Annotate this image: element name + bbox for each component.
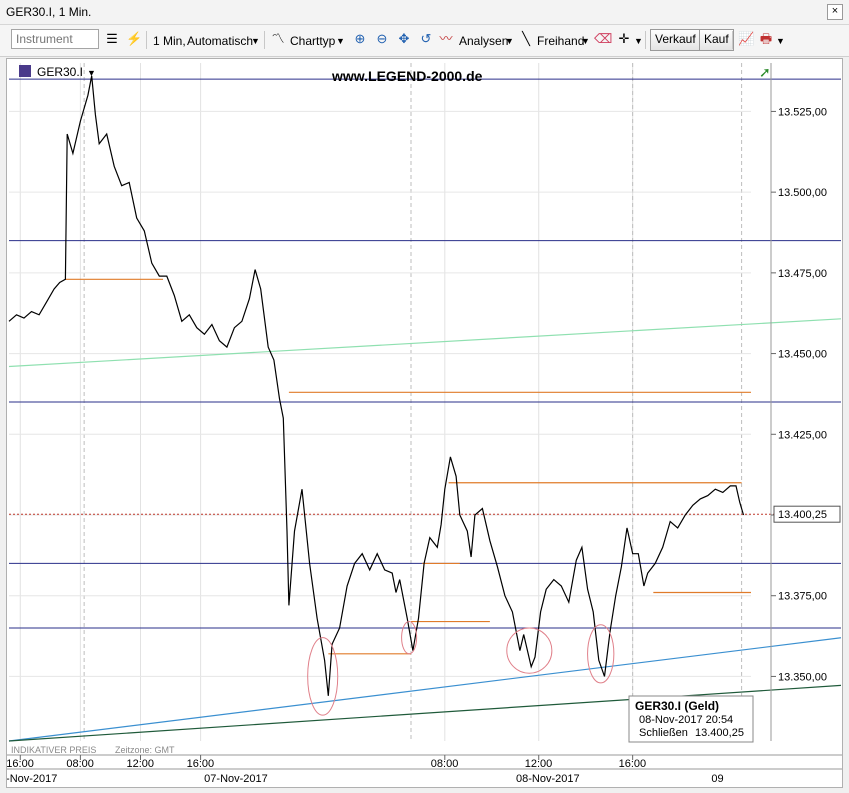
tooltip-title: GER30.I (Geld) [635,699,719,713]
close-icon[interactable]: × [827,4,843,20]
scaling-dropdown[interactable]: Automatisch [187,34,253,48]
y-tick-label: 13.375,00 [778,591,827,603]
trendline-icon[interactable]: ╲ [518,31,534,47]
indicative-price-label: INDIKATIVER PREIS [11,745,96,755]
buy-button[interactable]: Kauf [699,29,734,51]
zoom-in-icon[interactable]: ⊕ [352,31,368,47]
toolbar-separator [732,31,733,49]
analysis-icon[interactable]: 〰 [438,31,454,47]
x-tick-label: 16:00 [619,758,647,770]
chevron-down-icon[interactable]: ▼ [776,36,785,46]
eraser-icon[interactable]: ⌫ [594,31,612,47]
x-tick-label: 16:00 [187,758,215,770]
instrument-input[interactable] [11,29,99,49]
price-series-line [8,75,745,696]
chart-settings-icon[interactable]: 📈 [738,31,754,47]
date-label: 07-Nov-2017 [204,773,268,785]
toolbar-separator [645,31,646,49]
watermark: www.LEGEND-2000.de [331,68,483,84]
fit-icon[interactable]: ✥ [396,31,412,47]
current-price-label: 13.400,25 [778,509,827,521]
chevron-down-icon[interactable]: ▼ [336,36,345,46]
x-tick-label: 08:00 [66,758,94,770]
date-label: 06-Nov-2017 [7,773,57,785]
y-tick-label: 13.500,00 [778,187,827,199]
y-tick-label: 13.525,00 [778,106,827,118]
crosshair-icon[interactable]: ✛ [616,31,632,47]
tooltip-close-label: Schließen [639,727,688,739]
indicator-icon[interactable]: ⚡ [126,31,142,47]
date-label: 09 [711,773,723,785]
highlight-ellipse [506,627,553,674]
sell-button[interactable]: Verkauf [650,29,701,51]
window-title: GER30.I, 1 Min. [6,5,92,19]
chevron-down-icon[interactable]: ▼ [87,68,96,78]
chevron-down-icon[interactable]: ▼ [251,36,260,46]
zoom-out-icon[interactable]: ⊖ [374,31,390,47]
list-icon[interactable]: ☰ [104,31,120,47]
date-label: 08-Nov-2017 [516,773,580,785]
y-tick-label: 13.350,00 [778,671,827,683]
chevron-down-icon[interactable]: ▼ [505,36,514,46]
analysis-dropdown[interactable]: Analysen [459,34,508,48]
chart-symbol[interactable]: GER30.I [37,65,83,79]
line-chart-icon[interactable]: 〽 [270,31,286,47]
chart-panel[interactable]: 13.525,00 13.500,00 13.475,00 13.450,00 13.4… [0,58,843,788]
refresh-icon[interactable]: ↺ [418,31,434,47]
x-tick-label: 08:00 [431,758,459,770]
chevron-down-icon[interactable]: ▼ [634,36,643,46]
price-chart[interactable]: 13.525,00 13.500,00 13.475,00 13.450,00 13.4… [0,59,842,787]
freehand-dropdown[interactable]: Freihand [537,34,584,48]
print-icon[interactable]: 🖶 [758,31,774,47]
x-tick-label: 12:00 [126,758,154,770]
highlight-ellipse [587,624,615,684]
chevron-down-icon[interactable]: ▼ [581,36,590,46]
interval-dropdown[interactable]: 1 Min, [153,34,186,48]
trend-line [8,318,842,368]
toolbar-separator [264,31,265,49]
price-tooltip: GER30.I (Geld) 08-Nov-2017 20:54 Schließ… [628,695,754,743]
instrument-logo-icon [19,65,31,77]
trend-up-icon: ➚ [759,64,771,80]
x-tick-label: 16:00 [7,758,34,770]
y-tick-label: 13.425,00 [778,429,827,441]
chart-toolbar: ☰ ⚡ 1 Min, Automatisch ▼ 〽 Charttyp ▼ ⊕ … [0,25,849,57]
y-tick-label: 13.450,00 [778,349,827,361]
y-tick-label: 13.475,00 [778,268,827,280]
timezone-label: Zeitzone: GMT [115,745,175,755]
x-tick-label: 12:00 [525,758,553,770]
toolbar-separator [146,31,147,49]
tooltip-close-value: 13.400,25 [695,727,744,739]
charttype-dropdown[interactable]: Charttyp [290,34,335,48]
window-titlebar: GER30.I, 1 Min. × [0,0,849,25]
tooltip-datetime: 08-Nov-2017 20:54 [639,714,733,726]
